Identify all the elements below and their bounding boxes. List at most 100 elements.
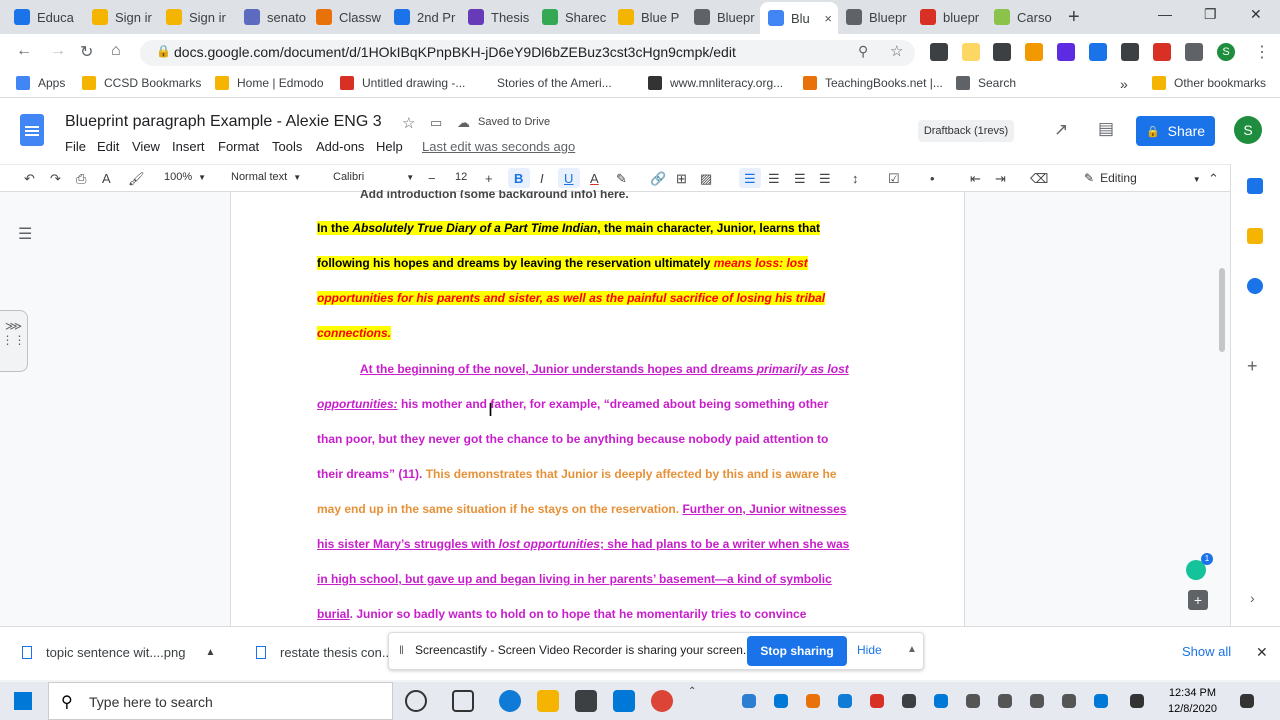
show-all-downloads[interactable]: Show all (1182, 644, 1231, 659)
store-icon[interactable] (575, 690, 597, 712)
italic-icon[interactable]: I (540, 171, 544, 186)
url-text[interactable]: docs.google.com/document/d/1HOkIBqKPnpBK… (174, 44, 736, 60)
menu-addons[interactable]: Add-ons (316, 139, 364, 154)
decrease-font-icon[interactable]: − (428, 171, 436, 186)
extension-arrow-icon[interactable] (1089, 43, 1107, 61)
bulleted-list-icon[interactable]: • (930, 171, 935, 186)
insert-comment-icon[interactable]: ⊞ (676, 171, 687, 187)
browser-tab[interactable]: Blu × (760, 2, 838, 34)
restore-icon[interactable]: ❐ (1204, 6, 1217, 23)
topic-sentence[interactable]: In the Absolutely True Diary of a Part T… (317, 211, 877, 351)
bookmark-item[interactable]: Untitled drawing -... (340, 76, 465, 90)
font-size-field[interactable]: 12 (455, 171, 467, 183)
onedrive-icon[interactable] (774, 694, 788, 708)
tab-close-icon[interactable]: × (824, 11, 832, 26)
notifications-icon[interactable] (1240, 694, 1254, 708)
chrome-icon[interactable] (651, 690, 673, 712)
underline-icon[interactable]: U (564, 171, 573, 186)
align-center-icon[interactable]: ☰ (768, 171, 780, 187)
tray-app-icon[interactable] (806, 694, 820, 708)
account-avatar[interactable]: S (1234, 116, 1262, 144)
mail-icon[interactable] (613, 690, 635, 712)
share-button[interactable]: 🔒 Share (1136, 116, 1215, 146)
extension-swirl-icon[interactable] (1025, 43, 1043, 61)
highlight-icon[interactable]: ✎ (616, 171, 627, 187)
bookmark-item[interactable]: Search (956, 76, 1016, 90)
tray-chevron-icon[interactable]: ⌃ (688, 686, 696, 697)
editing-mode-select[interactable]: ✎ Editing ▼ (1084, 171, 1201, 185)
browser-tab[interactable]: senato (236, 4, 306, 30)
close-downloads-icon[interactable]: ✕ (1256, 644, 1268, 661)
browser-tab[interactable]: Sharec (534, 4, 608, 30)
spellcheck-icon[interactable]: A (102, 171, 111, 186)
browser-tab[interactable]: Thesis (460, 4, 532, 30)
browser-tab[interactable]: Sign ir (158, 4, 234, 30)
keep-icon[interactable] (1247, 228, 1263, 244)
activity-trend-icon[interactable]: ↗ (1054, 120, 1068, 140)
file-explorer-icon[interactable] (537, 690, 559, 712)
text-color-icon[interactable]: A (590, 171, 599, 186)
side-toolbar-tab[interactable]: ⋙ ⋮⋮ (0, 310, 28, 372)
chevron-up-icon[interactable]: ▲ (205, 647, 215, 658)
menu-tools[interactable]: Tools (272, 139, 302, 154)
taskbar-clock[interactable]: 12:34 PM 12/8/2020 (1168, 685, 1217, 717)
browser-tab[interactable]: bluepr (912, 4, 984, 30)
checklist-icon[interactable]: ☑ (888, 171, 900, 187)
bookmark-item[interactable]: TeachingBooks.net |... (803, 76, 943, 90)
browser-menu-icon[interactable]: ⋮ (1254, 42, 1270, 62)
increase-indent-icon[interactable]: ⇥ (995, 171, 1006, 187)
volume-icon[interactable] (1030, 694, 1044, 708)
side-panel-expand-icon[interactable]: › (1250, 590, 1266, 606)
menu-format[interactable]: Format (218, 139, 259, 154)
bookmark-star-icon[interactable]: ☆ (890, 42, 903, 60)
last-edit-link[interactable]: Last edit was seconds ago (422, 139, 575, 154)
insert-image-icon[interactable]: ▨ (700, 171, 712, 187)
menu-view[interactable]: View (132, 139, 160, 154)
network-icon[interactable] (1062, 694, 1076, 708)
chevron-up-icon[interactable]: ▲ (907, 644, 917, 655)
outline-icon[interactable]: ☰ (18, 224, 32, 244)
add-addon-icon[interactable]: + (1247, 357, 1263, 375)
reload-icon[interactable]: ↻ (80, 42, 93, 62)
bold-icon[interactable]: B (514, 171, 523, 186)
profile-avatar[interactable]: S (1217, 43, 1235, 61)
justify-icon[interactable]: ☰ (819, 171, 831, 187)
body-paragraph[interactable]: At the beginning of the novel, Junior un… (317, 352, 877, 632)
line-spacing-icon[interactable]: ↕ (852, 171, 859, 186)
redo-icon[interactable]: ↷ (50, 171, 61, 187)
download-item[interactable]: topic sentence wit....png ▲ (22, 645, 215, 660)
extension-d-icon[interactable] (993, 43, 1011, 61)
tasks-icon[interactable] (1247, 278, 1263, 294)
bookmark-item[interactable]: Other bookmarks (1152, 76, 1266, 90)
browser-tab[interactable]: Bluepr (838, 4, 912, 30)
browser-tab[interactable]: Classw (308, 4, 382, 30)
menu-help[interactable]: Help (376, 139, 403, 154)
tray-app-icon[interactable] (742, 694, 756, 708)
comments-icon[interactable]: ▤ (1098, 119, 1114, 139)
align-left-icon[interactable]: ☰ (744, 171, 756, 187)
keyboard-icon[interactable] (1094, 694, 1108, 708)
forward-icon[interactable]: → (50, 42, 66, 60)
extension-note-icon[interactable] (962, 43, 980, 61)
tray-app-icon[interactable] (870, 694, 884, 708)
bookmark-item[interactable]: Stories of the Ameri... (497, 76, 612, 90)
browser-tab[interactable]: Bluepr (686, 4, 758, 30)
extensions-puzzle-icon[interactable] (1185, 43, 1203, 61)
browser-tab[interactable]: 2nd Pr (386, 4, 460, 30)
taskbar-search[interactable]: ⚲ Type here to search (48, 682, 393, 720)
calendar-icon[interactable] (1247, 178, 1263, 194)
battery-icon[interactable] (998, 694, 1012, 708)
style-select[interactable]: Normal text ▼ (231, 171, 301, 183)
browser-tab[interactable]: Sign ir (84, 4, 158, 30)
hide-button[interactable]: Hide (857, 643, 882, 657)
lock-icon[interactable]: 🔒 (156, 44, 171, 58)
minimize-icon[interactable]: — (1158, 6, 1172, 22)
windows-start-icon[interactable] (14, 692, 32, 710)
insert-link-icon[interactable]: 🔗 (650, 171, 666, 187)
pen-icon[interactable] (1130, 694, 1144, 708)
bookmark-item[interactable]: www.mnliteracy.org... (648, 76, 783, 90)
align-right-icon[interactable]: ☰ (794, 171, 806, 187)
bookmark-item[interactable]: Home | Edmodo (215, 76, 324, 90)
browser-tab[interactable]: Carso (986, 4, 1058, 30)
close-window-icon[interactable]: ✕ (1250, 6, 1262, 23)
